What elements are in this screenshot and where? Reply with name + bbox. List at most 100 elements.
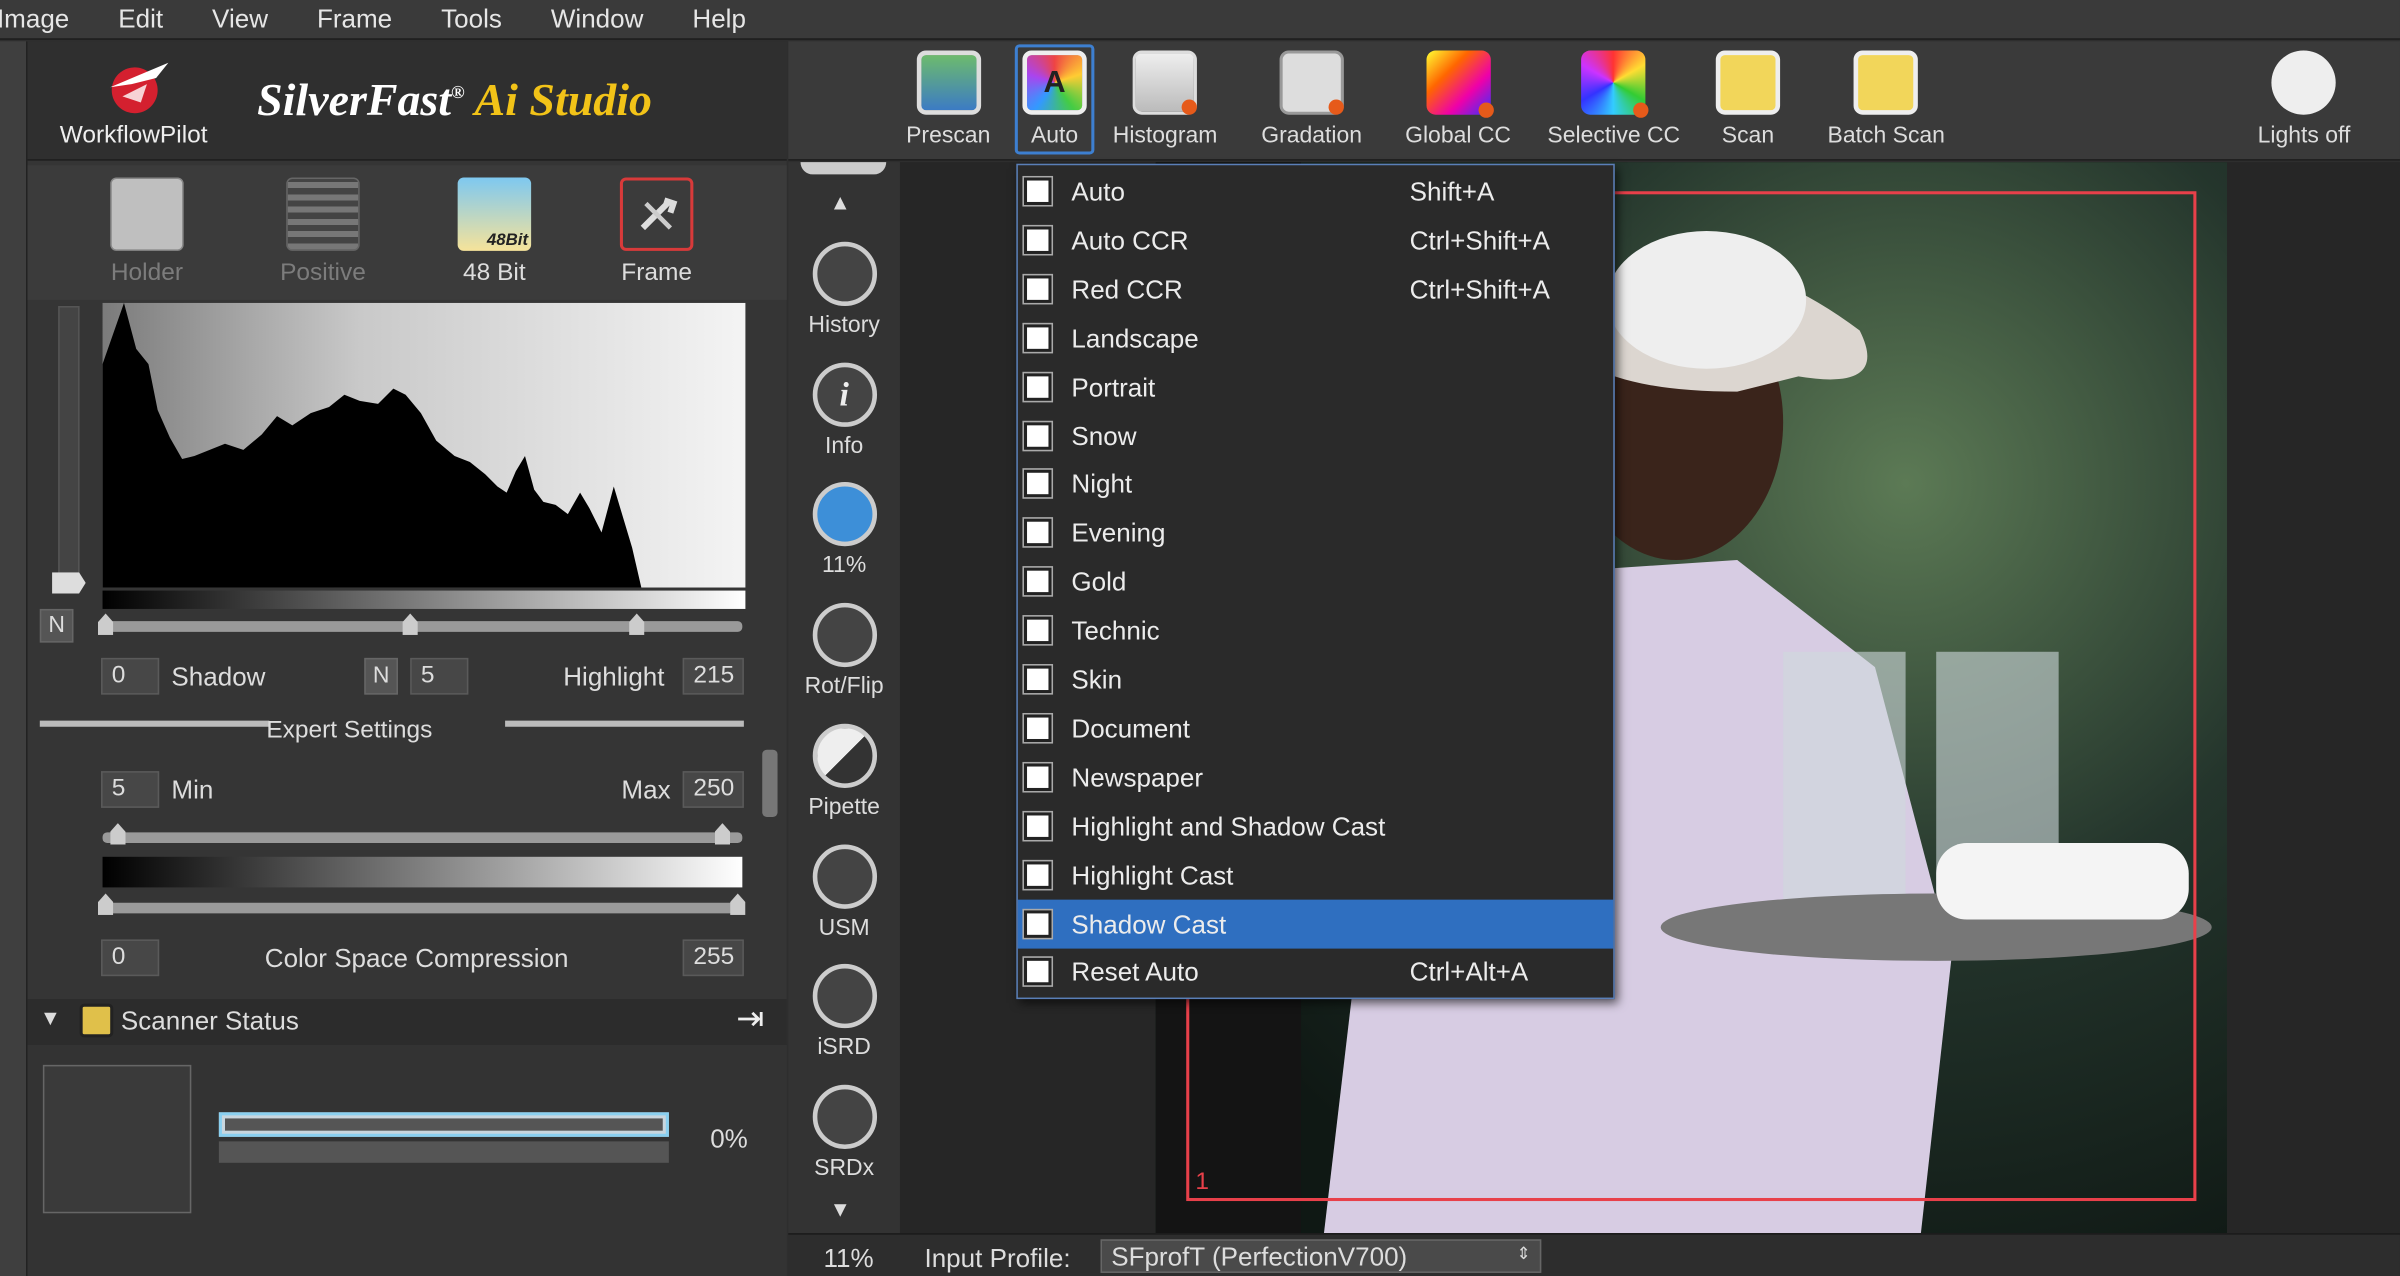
scroll-down-icon[interactable]: ▼ <box>830 1196 851 1220</box>
max-field[interactable]: 250 <box>682 771 744 808</box>
shadow-highlight-track[interactable] <box>102 621 743 632</box>
input-profile-label: Input Profile: <box>924 1243 1071 1273</box>
info-button[interactable]: i Info <box>788 362 900 459</box>
scan-progress-bar <box>218 1112 669 1137</box>
color-space-compression-label: Color Space Compression <box>264 944 569 974</box>
48bit-button[interactable]: 48Bit 48 Bit <box>433 177 555 287</box>
menu-item-label: Landscape <box>1071 323 1199 353</box>
history-button[interactable]: History <box>788 241 900 338</box>
auto-menu-item-newspaper[interactable]: Newspaper <box>1018 752 1613 801</box>
auto-menu-item-skin[interactable]: Skin <box>1018 655 1613 704</box>
min-max-track[interactable] <box>102 832 743 844</box>
menu-bar: Image Edit View Frame Tools Window Help <box>0 0 2400 40</box>
red-ccr-icon <box>1023 275 1052 303</box>
midtone-field[interactable]: 5 <box>410 657 469 695</box>
pipette-button[interactable]: Pipette <box>788 723 900 821</box>
n-toggle[interactable]: N <box>39 608 74 643</box>
auto-menu-item-auto-ccr[interactable]: Auto CCR Ctrl+Shift+A <box>1018 216 1613 265</box>
auto-menu-item-evening[interactable]: Evening <box>1018 508 1613 557</box>
left-edge-strip <box>0 41 28 1276</box>
menu-window[interactable]: Window <box>551 4 644 35</box>
histogram[interactable] <box>102 302 746 588</box>
menu-item-label: Gold <box>1071 567 1127 597</box>
auto-menu-item-gold[interactable]: Gold <box>1018 557 1613 606</box>
isrd-button[interactable]: iSRD <box>788 963 900 1060</box>
rot-flip-button[interactable]: Rot/Flip <box>788 602 900 699</box>
scroll-up-icon[interactable]: ▲ <box>830 190 851 214</box>
export-icon[interactable]: ⇥ <box>736 999 764 1039</box>
batch-scan-button[interactable]: Batch Scan <box>1828 50 1945 148</box>
prescan-button[interactable]: Prescan <box>906 50 990 148</box>
auto-menu-item-night[interactable]: Night <box>1018 460 1613 509</box>
zoom-button[interactable]: 11% <box>788 481 900 579</box>
auto-menu-item-shadow-cast[interactable]: Shadow Cast <box>1017 898 1614 948</box>
auto-menu-item-red-ccr[interactable]: Red CCR Ctrl+Shift+A <box>1018 264 1613 313</box>
scan-button[interactable]: Scan <box>1715 50 1781 149</box>
document-icon <box>1023 714 1052 742</box>
workflowpilot-label[interactable]: WorkflowPilot <box>60 122 208 150</box>
auto-menu-item-reset-auto[interactable]: Reset Auto Ctrl+Alt+A <box>1018 948 1613 997</box>
side-toolbar: ▲ History i Info 11% Rot/Flip Pipette USM… <box>788 162 900 1276</box>
silverfast-window: Image Edit View Frame Tools Window Help … <box>0 0 2400 1276</box>
min-field[interactable]: 5 <box>101 771 160 808</box>
csc-high-field[interactable]: 255 <box>682 939 744 977</box>
menu-tools[interactable]: Tools <box>441 4 502 35</box>
menu-item-shortcut: Ctrl+Shift+A <box>1409 275 1550 305</box>
collapse-arrow-icon[interactable]: ▼ <box>40 1005 61 1029</box>
menu-item-label: Evening <box>1071 519 1166 549</box>
vertical-slider-handle[interactable] <box>52 572 86 594</box>
select-arrows-icon: ⇕ <box>1516 1245 1531 1264</box>
compression-track[interactable] <box>102 902 743 914</box>
auto-menu-item-portrait[interactable]: Portrait <box>1018 362 1613 411</box>
csc-low-field[interactable]: 0 <box>101 939 160 977</box>
auto-menu-item-highlight-and-shadow-cast[interactable]: Highlight and Shadow Cast <box>1018 801 1613 850</box>
menu-image[interactable]: Image <box>0 4 69 35</box>
midtone-n-toggle[interactable]: N <box>364 657 398 695</box>
global-cc-icon <box>1425 50 1494 118</box>
gold-icon <box>1023 567 1052 596</box>
lights-off-label: Lights off <box>2257 122 2351 149</box>
auto-button[interactable]: A Auto <box>1014 44 1095 155</box>
menu-view[interactable]: View <box>212 4 268 35</box>
workflowpilot-logo-icon[interactable] <box>101 50 178 117</box>
histogram-button[interactable]: Histogram <box>1112 50 1218 149</box>
menu-frame[interactable]: Frame <box>317 4 392 35</box>
left-panel-scrollbar[interactable] <box>762 749 778 818</box>
frame-label: Frame <box>621 260 692 287</box>
usm-button[interactable]: USM <box>788 844 900 941</box>
shadow-field[interactable]: 0 <box>101 657 160 695</box>
gradation-button[interactable]: Gradation <box>1261 50 1362 148</box>
global-cc-button[interactable]: Global CC <box>1405 50 1511 148</box>
vertical-slider[interactable] <box>58 306 80 582</box>
scan-label: Scan <box>1721 122 1775 149</box>
histogram-label: Histogram <box>1112 122 1218 149</box>
highlight-field[interactable]: 215 <box>682 657 744 695</box>
collapse-tab[interactable] <box>800 162 887 175</box>
menu-item-shortcut: Shift+A <box>1409 177 1495 207</box>
positive-button[interactable]: Positive <box>262 177 384 287</box>
auto-menu-item-highlight-cast[interactable]: Highlight Cast <box>1018 850 1613 899</box>
highlight-label: Highlight <box>563 662 665 692</box>
frame-button[interactable]: Frame <box>595 177 717 287</box>
holder-button[interactable]: Holder <box>86 177 208 287</box>
progress-percent: 0% <box>710 1124 748 1154</box>
scan-icon <box>1715 50 1781 115</box>
auto-menu-item-landscape[interactable]: Landscape <box>1018 313 1613 362</box>
highlight-cast-icon <box>1023 860 1052 889</box>
srdx-button[interactable]: SRDx <box>788 1084 900 1181</box>
prescan-icon <box>916 50 981 115</box>
auto-menu-item-technic[interactable]: Technic <box>1018 606 1613 655</box>
menu-help[interactable]: Help <box>692 4 746 35</box>
pipette-label: Pipette <box>808 794 880 821</box>
menu-edit[interactable]: Edit <box>118 4 163 35</box>
selective-cc-button[interactable]: Selective CC <box>1547 50 1680 148</box>
expert-settings-toggle[interactable]: Expert Settings <box>266 718 432 746</box>
zoom-label: 11% <box>821 552 867 579</box>
lights-off-button[interactable]: Lights off <box>2257 50 2351 149</box>
srdx-icon <box>811 1084 877 1150</box>
auto-menu-item-auto[interactable]: Auto Shift+A <box>1018 167 1613 216</box>
auto-menu-item-snow[interactable]: Snow <box>1018 411 1613 460</box>
menu-item-shortcut: Ctrl+Shift+A <box>1409 226 1550 256</box>
input-profile-select[interactable]: SFprofT (PerfectionV700) ⇕ <box>1100 1239 1542 1273</box>
auto-menu-item-document[interactable]: Document <box>1018 704 1613 753</box>
